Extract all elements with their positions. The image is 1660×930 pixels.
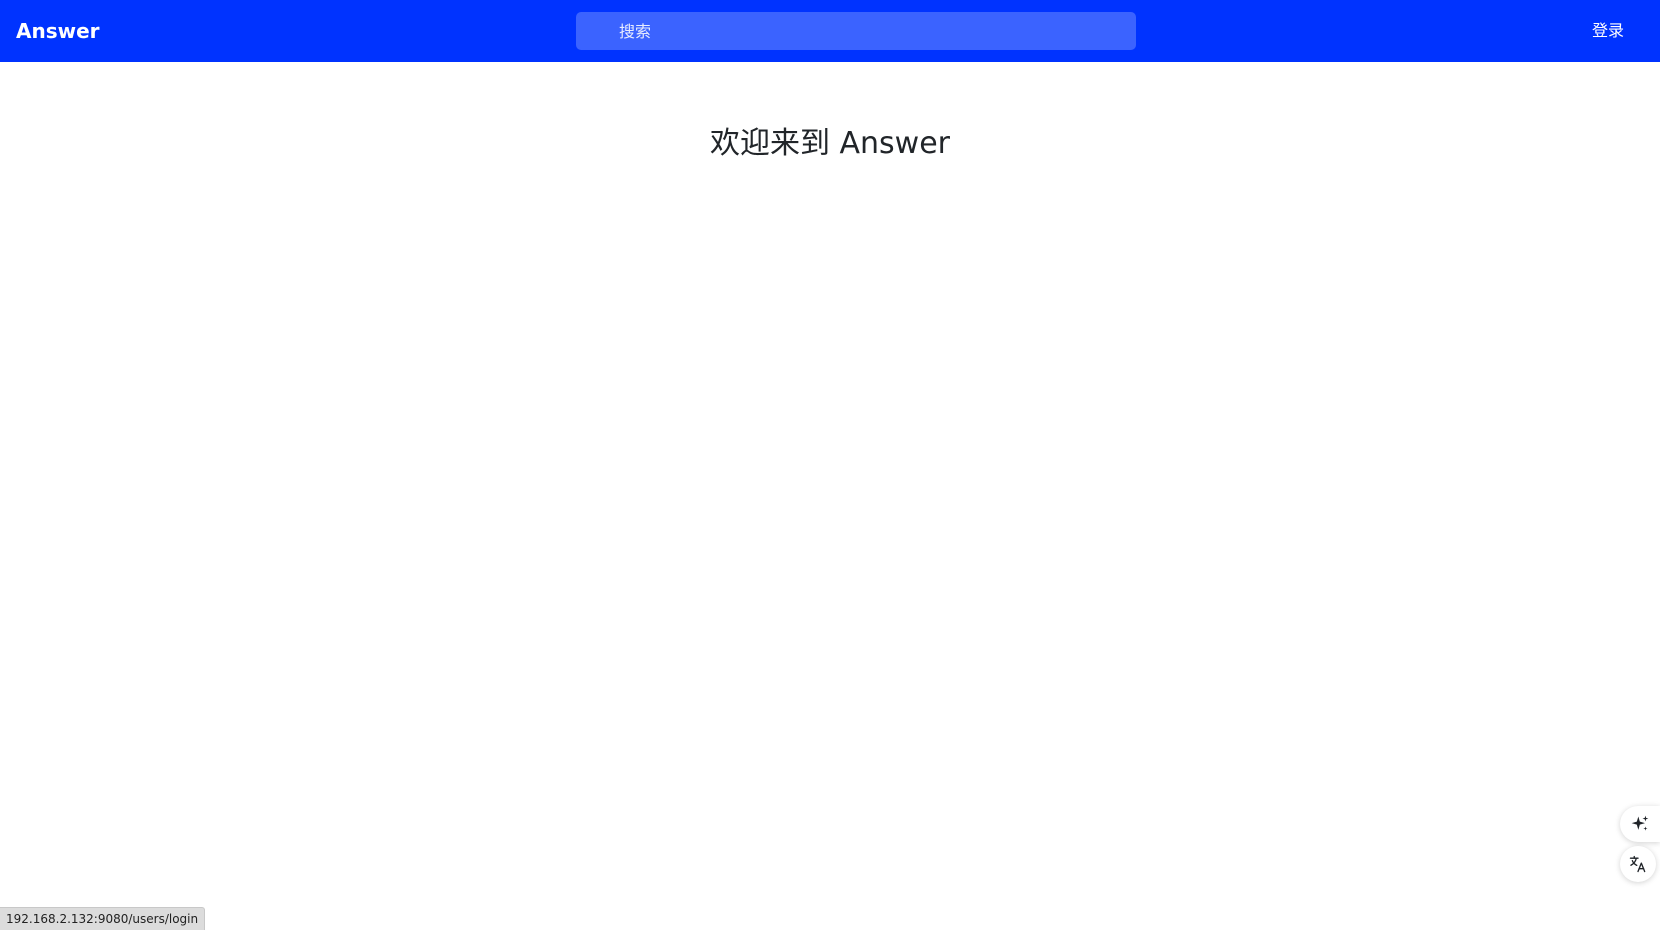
sparkle-icon: [1630, 814, 1650, 834]
translate-icon: [1628, 854, 1648, 874]
search-box[interactable]: [576, 12, 1136, 50]
top-navbar: Answer 登录: [0, 0, 1660, 62]
ai-assistant-button[interactable]: [1620, 806, 1660, 842]
brand-logo-link[interactable]: Answer: [16, 0, 100, 62]
welcome-heading: 欢迎来到 Answer: [709, 126, 951, 161]
status-bar-url: 192.168.2.132:9080/users/login: [0, 907, 206, 930]
login-link[interactable]: 登录: [1592, 0, 1624, 62]
search-input[interactable]: [576, 12, 1136, 50]
translate-button[interactable]: [1620, 846, 1656, 882]
